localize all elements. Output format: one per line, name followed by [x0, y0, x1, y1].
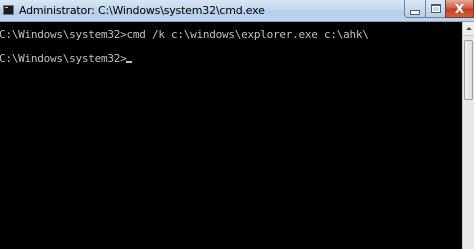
title-bar[interactable]: Administrator: C:\Windows\system32\cmd.e… [0, 0, 474, 22]
close-button[interactable]: X [445, 0, 474, 18]
prompt-text: C:\Windows\system32> [0, 52, 127, 65]
minimize-button[interactable] [404, 0, 426, 18]
cmd-icon[interactable] [3, 5, 14, 15]
maximize-button[interactable] [425, 0, 446, 18]
window-title: Administrator: C:\Windows\system32\cmd.e… [19, 4, 265, 17]
vertical-scrollbar[interactable] [462, 22, 474, 249]
console-output[interactable]: C:\Windows\system32>cmd /k c:\windows\ex… [0, 22, 462, 249]
console-line-command: C:\Windows\system32>cmd /k c:\windows\ex… [0, 28, 369, 41]
scroll-thumb[interactable] [464, 40, 473, 100]
console-line-prompt: C:\Windows\system32> [0, 53, 462, 65]
scroll-up-arrow-icon[interactable] [463, 22, 474, 36]
cmd-window: Administrator: C:\Windows\system32\cmd.e… [0, 0, 474, 249]
close-icon: X [454, 1, 465, 16]
maximize-icon [430, 4, 441, 13]
minimize-icon [410, 9, 420, 15]
text-cursor [126, 61, 133, 63]
